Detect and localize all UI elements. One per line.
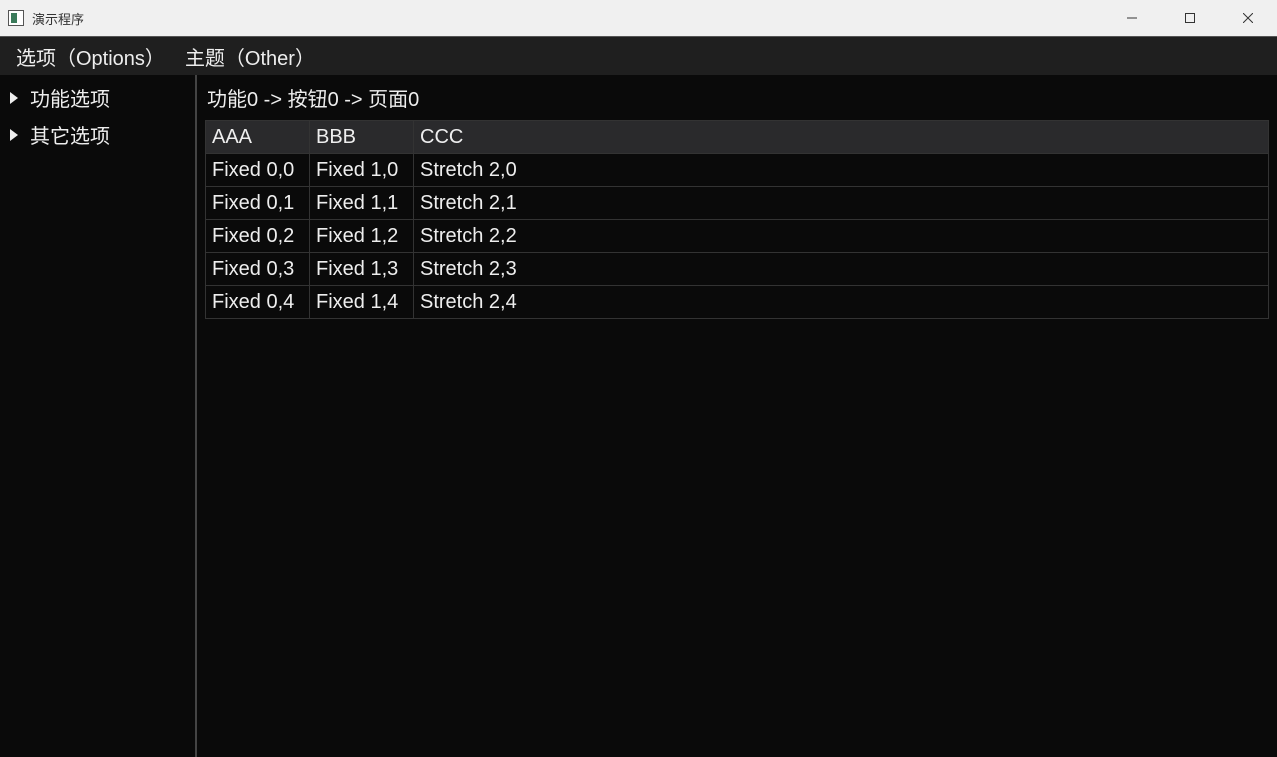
table-cell: Stretch 2,4 bbox=[414, 286, 1269, 319]
breadcrumb: 功能0 -> 按钮0 -> 页面0 bbox=[205, 79, 1269, 120]
sidebar-item-label: 功能选项 bbox=[30, 83, 110, 112]
main-panel: 功能0 -> 按钮0 -> 页面0 AAA BBB CCC Fixed 0,0 … bbox=[197, 75, 1277, 757]
table-cell: Fixed 1,0 bbox=[310, 154, 414, 187]
table-header-cell[interactable]: AAA bbox=[206, 121, 310, 154]
table-cell: Stretch 2,1 bbox=[414, 187, 1269, 220]
table-header-row: AAA BBB CCC bbox=[206, 121, 1269, 154]
table-cell: Fixed 0,4 bbox=[206, 286, 310, 319]
app-icon bbox=[8, 10, 24, 26]
minimize-button[interactable] bbox=[1103, 0, 1161, 36]
sidebar-item-other-options[interactable]: 其它选项 bbox=[0, 116, 195, 153]
table-cell: Fixed 0,0 bbox=[206, 154, 310, 187]
table-cell: Fixed 0,2 bbox=[206, 220, 310, 253]
table-cell: Stretch 2,3 bbox=[414, 253, 1269, 286]
window-title: 演示程序 bbox=[32, 9, 84, 28]
table-header-cell[interactable]: CCC bbox=[414, 121, 1269, 154]
menu-options[interactable]: 选项（Options） bbox=[8, 42, 173, 71]
chevron-right-icon bbox=[10, 92, 18, 104]
menu-theme[interactable]: 主题（Other） bbox=[177, 42, 323, 71]
sidebar-item-label: 其它选项 bbox=[30, 120, 110, 149]
table-row[interactable]: Fixed 0,3 Fixed 1,3 Stretch 2,3 bbox=[206, 253, 1269, 286]
table-row[interactable]: Fixed 0,0 Fixed 1,0 Stretch 2,0 bbox=[206, 154, 1269, 187]
content-area: 功能选项 其它选项 功能0 -> 按钮0 -> 页面0 AAA BBB CCC bbox=[0, 75, 1277, 757]
sidebar-item-function-options[interactable]: 功能选项 bbox=[0, 79, 195, 116]
close-icon bbox=[1243, 13, 1253, 23]
data-table: AAA BBB CCC Fixed 0,0 Fixed 1,0 Stretch … bbox=[205, 120, 1269, 319]
table-cell: Fixed 1,1 bbox=[310, 187, 414, 220]
minimize-icon bbox=[1127, 13, 1137, 23]
table-row[interactable]: Fixed 0,4 Fixed 1,4 Stretch 2,4 bbox=[206, 286, 1269, 319]
table-row[interactable]: Fixed 0,2 Fixed 1,2 Stretch 2,2 bbox=[206, 220, 1269, 253]
window-controls bbox=[1103, 0, 1277, 36]
table-cell: Stretch 2,0 bbox=[414, 154, 1269, 187]
window-titlebar: 演示程序 bbox=[0, 0, 1277, 37]
close-button[interactable] bbox=[1219, 0, 1277, 36]
table-cell: Fixed 1,3 bbox=[310, 253, 414, 286]
maximize-icon bbox=[1185, 13, 1195, 23]
sidebar: 功能选项 其它选项 bbox=[0, 75, 197, 757]
table-cell: Fixed 1,2 bbox=[310, 220, 414, 253]
table-cell: Fixed 1,4 bbox=[310, 286, 414, 319]
table-row[interactable]: Fixed 0,1 Fixed 1,1 Stretch 2,1 bbox=[206, 187, 1269, 220]
app-body: 选项（Options） 主题（Other） 功能选项 其它选项 功能0 -> 按… bbox=[0, 37, 1277, 757]
table-cell: Fixed 0,1 bbox=[206, 187, 310, 220]
table-header-cell[interactable]: BBB bbox=[310, 121, 414, 154]
maximize-button[interactable] bbox=[1161, 0, 1219, 36]
chevron-right-icon bbox=[10, 129, 18, 141]
menubar: 选项（Options） 主题（Other） bbox=[0, 37, 1277, 75]
table-cell: Stretch 2,2 bbox=[414, 220, 1269, 253]
table-cell: Fixed 0,3 bbox=[206, 253, 310, 286]
